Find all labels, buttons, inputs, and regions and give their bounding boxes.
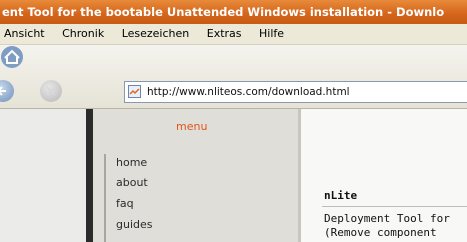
menu-extras[interactable]: Extras [207, 24, 242, 44]
menu-hilfe[interactable]: Hilfe [259, 24, 284, 44]
sidebar-menu-title: menu [176, 120, 208, 133]
product-description: Deployment Tool for (Remove component [324, 212, 450, 240]
nav-link-home[interactable]: home [116, 156, 147, 169]
left-margin [0, 109, 86, 242]
nav-link-about[interactable]: about [116, 176, 148, 189]
address-bar[interactable]: http://www.nliteos.com/download.html [124, 81, 467, 103]
home-icon [1, 46, 23, 68]
menu-bar: Ansicht Chronik Lesezeichen Extras Hilfe [0, 24, 467, 45]
nav-link-faq[interactable]: faq [116, 197, 134, 210]
page-content: menu home about faq guides nLite Deploym… [0, 109, 467, 242]
product-heading: nLite [324, 189, 358, 202]
sidebar-dark-border [86, 109, 93, 242]
description-line-2: (Remove component [324, 226, 437, 239]
menu-chronik[interactable]: Chronik [62, 24, 104, 44]
back-arrow-icon [0, 86, 6, 96]
home-button[interactable] [0, 45, 24, 69]
stop-icon [46, 86, 56, 96]
stop-button[interactable] [40, 80, 62, 102]
menu-ansicht[interactable]: Ansicht [4, 24, 45, 44]
description-line-1: Deployment Tool for [324, 212, 450, 225]
menu-lesezeichen[interactable]: Lesezeichen [122, 24, 190, 44]
nav-divider [104, 154, 106, 242]
nav-link-guides[interactable]: guides [116, 218, 153, 231]
back-button[interactable] [0, 80, 14, 102]
page-icon [128, 85, 141, 98]
window-title: ent Tool for the bootable Unattended Win… [0, 0, 467, 24]
heading-divider [322, 206, 467, 207]
url-text[interactable]: http://www.nliteos.com/download.html [147, 82, 350, 102]
navigation-toolbar: http://www.nliteos.com/download.html [0, 45, 467, 109]
